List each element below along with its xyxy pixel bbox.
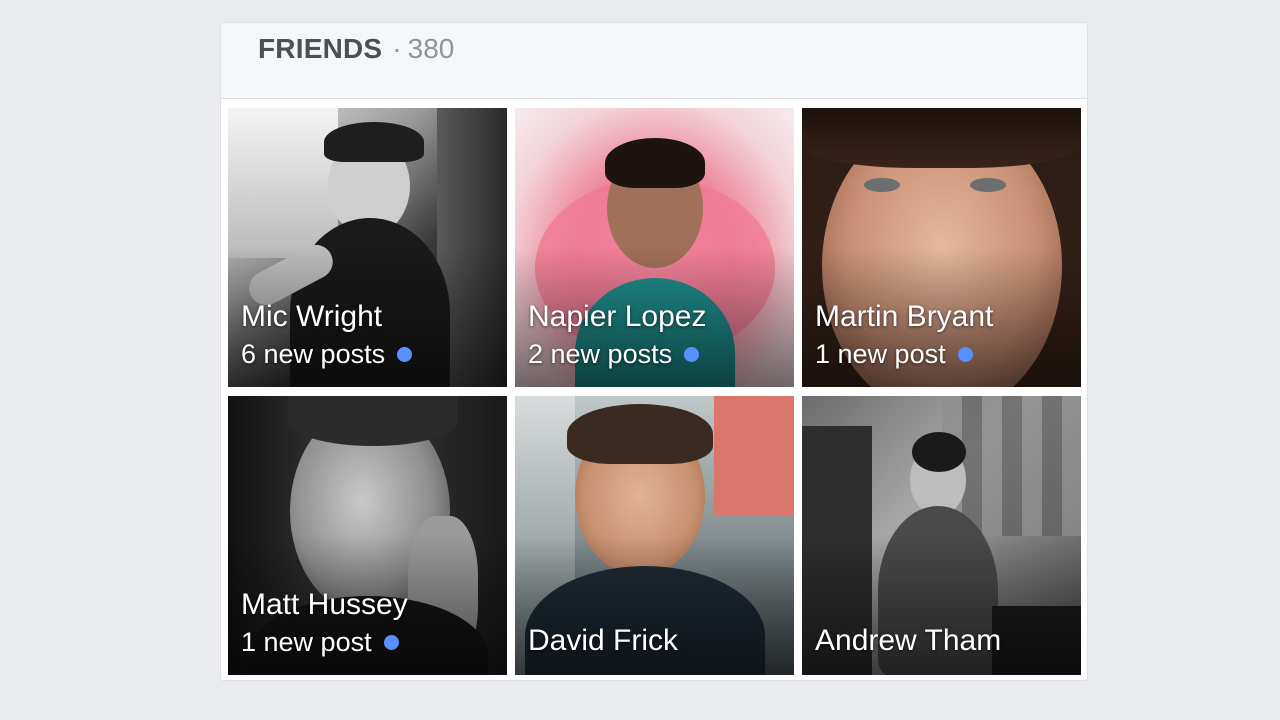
new-posts-line: 6 new posts (241, 336, 497, 372)
friend-name[interactable]: Martin Bryant (815, 298, 1071, 336)
friend-tile[interactable]: Andrew Tham (802, 396, 1081, 675)
new-posts-line: 2 new posts (528, 336, 784, 372)
friend-name[interactable]: Napier Lopez (528, 298, 784, 336)
friends-header: FRIENDS · 380 (221, 23, 1087, 99)
new-posts-line: 1 new post (241, 624, 497, 660)
friend-info: Andrew Tham (815, 622, 1071, 660)
friend-info: Mic Wright 6 new posts (241, 298, 497, 372)
friend-name[interactable]: David Frick (528, 622, 784, 660)
friend-name[interactable]: Matt Hussey (241, 586, 497, 624)
friends-card: FRIENDS · 380 Mic Wright 6 new posts Nap… (220, 22, 1088, 681)
friend-info: Napier Lopez 2 new posts (528, 298, 784, 372)
new-posts-count: 6 new posts (241, 339, 386, 369)
new-post-dot-icon (397, 346, 413, 362)
friend-info: David Frick (528, 622, 784, 660)
friends-grid: Mic Wright 6 new posts Napier Lopez 2 ne… (228, 108, 1082, 675)
new-posts-count: 1 new post (241, 627, 372, 657)
friend-tile[interactable]: Mic Wright 6 new posts (228, 108, 507, 387)
friend-info: Matt Hussey 1 new post (241, 586, 497, 660)
friend-tile[interactable]: Martin Bryant 1 new post (802, 108, 1081, 387)
new-posts-line: 1 new post (815, 336, 1071, 372)
new-post-dot-icon (383, 634, 399, 650)
friend-tile[interactable]: Matt Hussey 1 new post (228, 396, 507, 675)
friend-name[interactable]: Andrew Tham (815, 622, 1071, 660)
friend-info: Martin Bryant 1 new post (815, 298, 1071, 372)
new-post-dot-icon (684, 346, 700, 362)
new-posts-count: 2 new posts (528, 339, 673, 369)
friends-title[interactable]: FRIENDS (258, 33, 382, 65)
friend-tile[interactable]: David Frick (515, 396, 794, 675)
new-posts-count: 1 new post (815, 339, 946, 369)
friend-name[interactable]: Mic Wright (241, 298, 497, 336)
friend-tile[interactable]: Napier Lopez 2 new posts (515, 108, 794, 387)
new-post-dot-icon (957, 346, 973, 362)
friends-count: 380 (407, 33, 455, 64)
header-separator: · (392, 33, 402, 64)
